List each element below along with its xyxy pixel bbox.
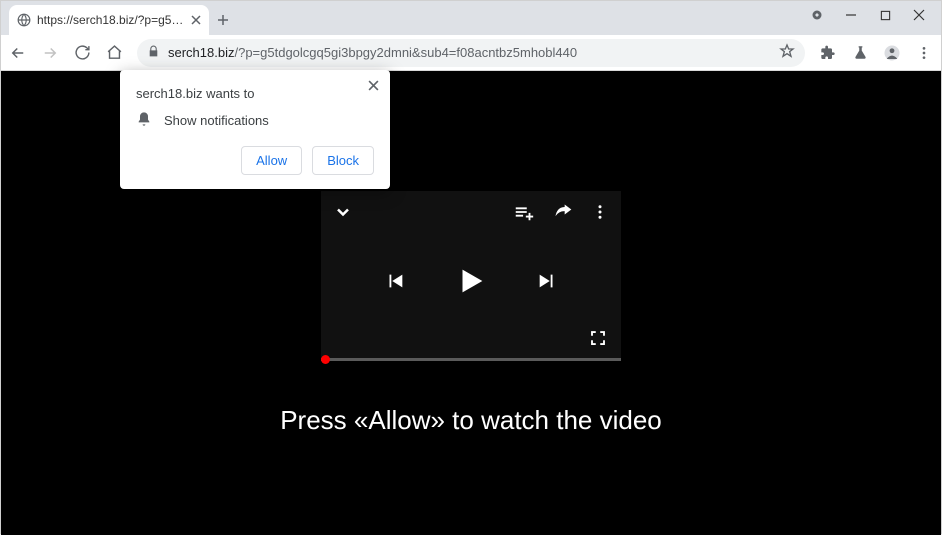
- play-icon[interactable]: [454, 264, 488, 303]
- address-bar[interactable]: serch18.biz/?p=g5tdgolcgq5gi3bpgy2dmni&s…: [137, 39, 805, 67]
- maximize-button[interactable]: [879, 9, 891, 21]
- browser-titlebar: https://serch18.biz/?p=g5tdgolc: [1, 1, 941, 35]
- browser-tab[interactable]: https://serch18.biz/?p=g5tdgolc: [9, 5, 209, 35]
- permission-popup: serch18.biz wants to Show notifications …: [120, 70, 390, 189]
- url-text: serch18.biz/?p=g5tdgolcgq5gi3bpgy2dmni&s…: [168, 45, 771, 60]
- close-tab-icon[interactable]: [191, 15, 201, 25]
- playlist-add-icon[interactable]: [513, 201, 535, 228]
- close-icon[interactable]: [364, 76, 382, 94]
- more-vert-icon[interactable]: [591, 203, 609, 226]
- new-tab-button[interactable]: [209, 5, 237, 35]
- allow-button[interactable]: Allow: [241, 146, 302, 175]
- profile-icon[interactable]: [883, 44, 901, 62]
- menu-icon[interactable]: [915, 44, 933, 62]
- bell-icon: [136, 111, 152, 130]
- minimize-button[interactable]: [845, 9, 857, 21]
- block-button[interactable]: Block: [312, 146, 374, 175]
- share-icon[interactable]: [553, 202, 573, 227]
- page-caption: Press «Allow» to watch the video: [280, 405, 662, 436]
- shield-icon[interactable]: [811, 9, 823, 21]
- fullscreen-icon[interactable]: [589, 334, 607, 351]
- flask-icon[interactable]: [851, 44, 869, 62]
- home-button[interactable]: [105, 44, 123, 62]
- reload-button[interactable]: [73, 44, 91, 62]
- globe-icon: [17, 13, 31, 27]
- tab-title: https://serch18.biz/?p=g5tdgolc: [37, 13, 185, 27]
- video-player: [321, 191, 621, 361]
- forward-button[interactable]: [41, 44, 59, 62]
- close-window-button[interactable]: [913, 9, 925, 21]
- browser-toolbar: serch18.biz/?p=g5tdgolcgq5gi3bpgy2dmni&s…: [1, 35, 941, 71]
- chevron-down-icon[interactable]: [333, 202, 353, 227]
- previous-track-icon[interactable]: [384, 270, 406, 297]
- extensions-icon[interactable]: [819, 44, 837, 62]
- permission-item: Show notifications: [164, 113, 269, 128]
- back-button[interactable]: [9, 44, 27, 62]
- progress-bar[interactable]: [321, 358, 621, 361]
- window-controls: [811, 1, 941, 21]
- next-track-icon[interactable]: [536, 270, 558, 297]
- progress-thumb[interactable]: [321, 355, 330, 364]
- permission-title: serch18.biz wants to: [136, 86, 374, 101]
- lock-icon: [147, 45, 160, 61]
- bookmark-star-icon[interactable]: [779, 43, 795, 62]
